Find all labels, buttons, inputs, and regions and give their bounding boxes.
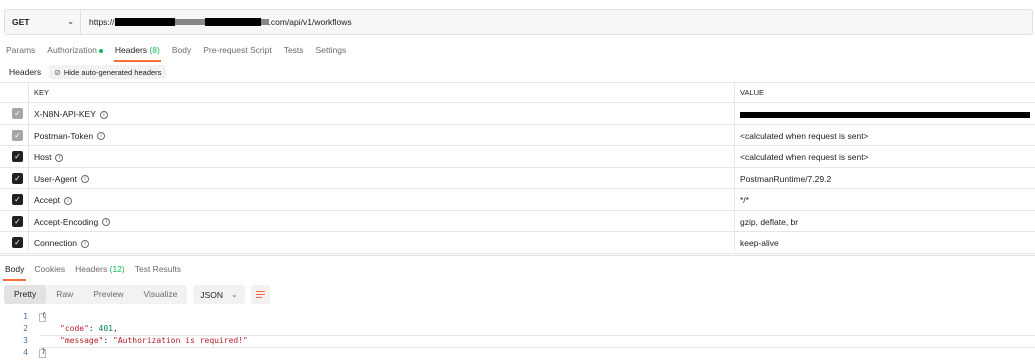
tab-response-body[interactable]: Body	[0, 259, 29, 281]
tab-pre-request-script[interactable]: Pre-request Script	[197, 40, 278, 62]
row-checkbox[interactable]: ✓	[12, 129, 23, 141]
header-key: User-Agent	[34, 173, 77, 184]
row-checkbox[interactable]: ✓	[12, 108, 23, 119]
row-checkbox[interactable]: ✓	[12, 194, 23, 205]
redacted-block	[114, 18, 175, 26]
header-key: Accept	[34, 195, 60, 205]
tab-headers[interactable]: Headers (8)	[109, 40, 166, 62]
url-input[interactable]: https:// .com/api/v1/workflows	[81, 10, 1032, 34]
line-number: 3	[23, 336, 28, 345]
header-value: PostmanRuntime/7.29.2	[740, 173, 832, 184]
headers-label: Headers	[9, 67, 42, 77]
info-icon: i	[81, 239, 90, 248]
response-tabs: Body Cookies Headers (12) Test Results	[0, 259, 186, 281]
column-value: VALUE	[740, 88, 765, 97]
code-line-3: "message": "Authorization is required!"	[60, 336, 248, 345]
header-key: X-N8N-API-KEY	[34, 109, 96, 119]
info-icon: i	[102, 218, 111, 227]
header-value: <calculated when request is sent>	[740, 130, 869, 141]
column-key: KEY	[34, 88, 50, 97]
hide-auto-generated-button[interactable]: ⊘ Hide auto-generated headers	[49, 65, 167, 79]
redacted-value	[740, 111, 1030, 118]
header-value: */*	[740, 195, 749, 205]
table-row: ✓ X-N8N-API-KEY i	[0, 103, 1035, 125]
method-select[interactable]: GET ⌄	[5, 10, 81, 34]
headers-table: KEY VALUE ✓ X-N8N-API-KEY i ✓ Postman-Tok…	[0, 82, 1035, 254]
tab-settings[interactable]: Settings	[310, 40, 353, 62]
url-bar: GET ⌄ https:// .com/api/v1/workflows	[4, 9, 1033, 35]
url-suffix: .com/api/v1/workflows	[268, 17, 352, 27]
table-row: ✓ Postman-Token i <calculated when reques…	[0, 125, 1035, 146]
column-divider	[28, 82, 29, 252]
header-value: keep-alive	[740, 238, 779, 248]
request-tabs: Params Authorization Headers (8) Body Pr…	[0, 40, 352, 62]
view-mode-selector: Pretty Raw Preview Visualize	[4, 285, 188, 304]
table-row: ✓ Host i <calculated when request is sent…	[0, 146, 1035, 168]
code-line-1: {	[42, 312, 46, 319]
chevron-down-icon: ⌄	[67, 17, 74, 26]
info-icon: i	[55, 153, 64, 162]
line-number: 1	[23, 312, 28, 321]
wrap-lines-icon[interactable]	[250, 285, 270, 304]
row-checkbox[interactable]: ✓	[12, 172, 23, 184]
chevron-down-icon: ⌄	[231, 290, 238, 299]
line-number: 4	[23, 348, 28, 357]
response-view-toolbar: Pretty Raw Preview Visualize JSON ⌄	[4, 285, 270, 304]
header-value	[740, 109, 1030, 119]
code-line-4: }	[42, 348, 46, 355]
header-key: Connection	[34, 238, 78, 248]
info-icon: i	[97, 132, 106, 141]
table-header: KEY VALUE	[0, 82, 1035, 103]
tab-authorization[interactable]: Authorization	[41, 40, 109, 62]
format-label: JSON	[200, 289, 223, 300]
redacted-block	[260, 19, 269, 25]
headers-count: (8)	[149, 45, 160, 55]
response-divider	[0, 255, 1035, 256]
redacted-block	[174, 19, 205, 25]
headers-toolbar: Headers ⊘ Hide auto-generated headers	[0, 62, 167, 82]
header-key: Host	[34, 152, 52, 162]
row-checkbox[interactable]: ✓	[12, 215, 23, 227]
view-pretty[interactable]: Pretty	[4, 285, 47, 304]
header-key: Postman-Token	[34, 130, 94, 141]
tab-response-headers[interactable]: Headers (12)	[70, 259, 130, 281]
tab-body[interactable]: Body	[166, 40, 197, 62]
tab-params[interactable]: Params	[0, 40, 41, 62]
column-divider	[734, 82, 735, 252]
tab-test-results[interactable]: Test Results	[130, 259, 186, 281]
eye-off-icon: ⊘	[54, 67, 61, 77]
header-key: Accept-Encoding	[34, 216, 99, 227]
status-dot-icon	[98, 48, 103, 53]
header-value: <calculated when request is sent>	[740, 152, 869, 162]
tab-tests[interactable]: Tests	[278, 40, 310, 62]
table-row: ✓ Accept i */*	[0, 189, 1035, 211]
view-preview[interactable]: Preview	[83, 285, 133, 304]
redacted-block	[204, 18, 261, 26]
info-icon: i	[64, 196, 72, 205]
header-value: gzip, deflate, br	[740, 216, 799, 227]
format-select[interactable]: JSON ⌄	[193, 285, 245, 304]
method-label: GET	[12, 17, 30, 27]
table-row: ✓ Accept-Encoding i gzip, deflate, br	[0, 211, 1035, 232]
hide-button-label: Hide auto-generated headers	[63, 67, 162, 77]
row-checkbox[interactable]: ✓	[12, 237, 23, 248]
info-icon: i	[99, 110, 108, 119]
row-checkbox[interactable]: ✓	[12, 151, 23, 162]
url-prefix: https://	[89, 17, 115, 27]
info-icon: i	[81, 175, 89, 184]
table-row: ✓ User-Agent i PostmanRuntime/7.29.2	[0, 168, 1035, 189]
tab-cookies[interactable]: Cookies	[29, 259, 70, 281]
table-row: ✓ Connection i keep-alive	[0, 232, 1035, 254]
response-headers-count: (12)	[109, 264, 125, 274]
view-visualize[interactable]: Visualize	[133, 285, 187, 304]
line-number: 2	[23, 324, 28, 333]
view-raw[interactable]: Raw	[46, 285, 83, 304]
